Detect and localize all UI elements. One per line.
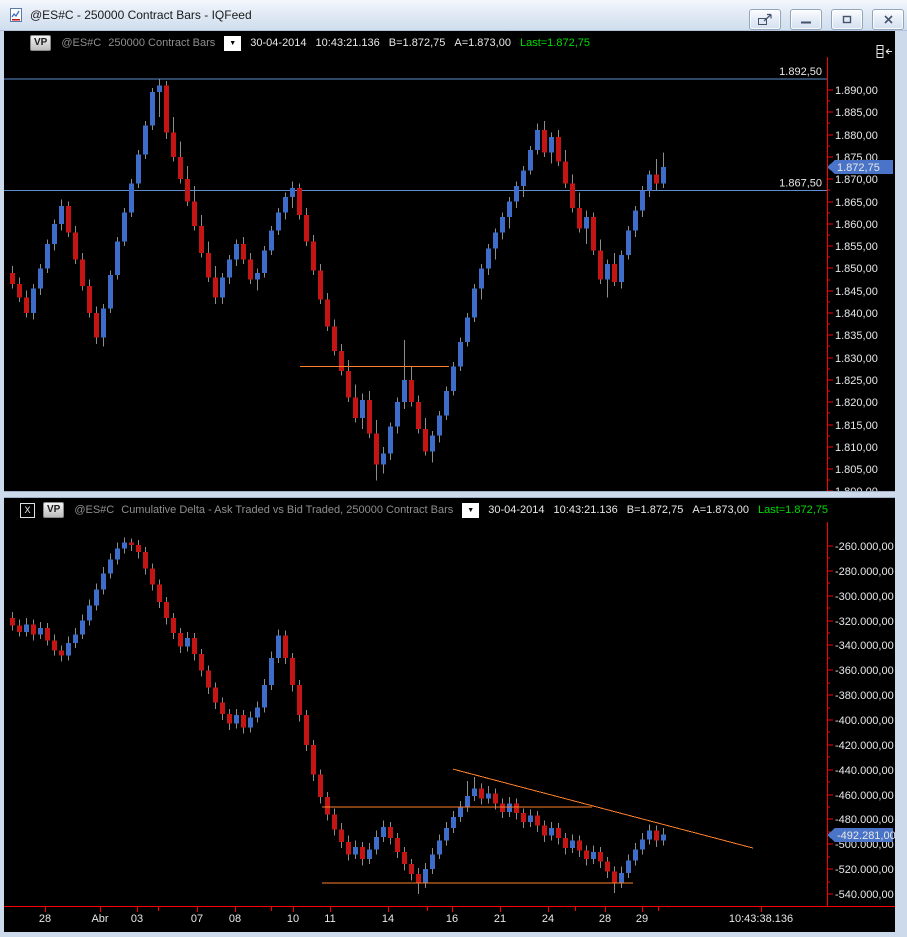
svg-text:1.810,00: 1.810,00	[835, 442, 878, 454]
svg-text:-540.000,00: -540.000,00	[835, 889, 894, 901]
svg-text:29: 29	[636, 913, 648, 925]
svg-text:1.890,00: 1.890,00	[835, 85, 878, 97]
svg-text:-320.000,00: -320.000,00	[835, 616, 894, 628]
svg-text:1.845,00: 1.845,00	[835, 286, 878, 298]
bid-label-2: B=1.872,75	[626, 504, 684, 516]
time-label-2: 10:43:21.136	[553, 504, 618, 516]
symbol-label-2: @ES#C	[74, 504, 115, 516]
chart-canvas[interactable]: 1.890,001.885,001.880,001.875,001.870,00…	[4, 31, 895, 932]
ask-label: A=1.873,00	[454, 37, 511, 49]
svg-text:1.855,00: 1.855,00	[835, 241, 878, 253]
titlebar[interactable]: @ES#C - 250000 Contract Bars - IQFeed	[0, 0, 907, 31]
restore-button[interactable]	[831, 9, 863, 30]
study-title-label: Cumulative Delta - Ask Traded vs Bid Tra…	[121, 504, 454, 516]
svg-text:1.815,00: 1.815,00	[835, 420, 878, 432]
svg-text:28: 28	[599, 913, 611, 925]
vp-study-button[interactable]: VP	[30, 35, 52, 51]
study-dropdown-button[interactable]: ▼	[462, 502, 480, 518]
svg-text:10:43:38.136: 10:43:38.136	[729, 913, 793, 925]
svg-text:-400.000,00: -400.000,00	[835, 715, 894, 727]
price-chart-last-value-marker: 1.872,75	[827, 160, 893, 174]
delta-panel-header: X VP @ES#C Cumulative Delta - Ask Traded…	[4, 498, 895, 522]
svg-text:10: 10	[287, 913, 299, 925]
window-title: @ES#C - 250000 Contract Bars - IQFeed	[30, 8, 252, 22]
delta-chart: -260.000,00 -280.000,00 -300.000,00 -320.00…	[10, 537, 895, 901]
svg-text:-300.000,00: -300.000,00	[835, 591, 894, 603]
svg-text:1.870,00: 1.870,00	[835, 174, 878, 186]
last-price-label-2: Last=1.872,75	[757, 504, 828, 516]
depth-ladder-icon[interactable]	[876, 45, 894, 63]
svg-text:-260.000,00: -260.000,00	[835, 541, 894, 553]
svg-text:03: 03	[131, 913, 143, 925]
svg-text:-360.000,00: -360.000,00	[835, 665, 894, 677]
price-panel-header: VP @ES#C 250000 Contract Bars ▼ 30-04-20…	[4, 31, 895, 55]
panel-divider[interactable]	[4, 491, 895, 498]
svg-text:1.805,00: 1.805,00	[835, 464, 878, 476]
close-study-button[interactable]: X	[20, 502, 35, 518]
series-label: 250000 Contract Bars	[108, 37, 216, 49]
svg-text:-440.000,00: -440.000,00	[835, 765, 894, 777]
date-label: 30-04-2014	[250, 37, 307, 49]
svg-text:11: 11	[324, 913, 335, 925]
symbol-label: @ES#C	[61, 37, 102, 49]
svg-text:16: 16	[446, 913, 458, 925]
date-label-2: 30-04-2014	[488, 504, 545, 516]
app-icon	[8, 7, 24, 23]
minimize-button[interactable]	[790, 9, 822, 30]
close-button[interactable]	[872, 9, 904, 30]
chart-client-area: 1.890,00 1.885,00 1.880,00 1.875,00 1.870,00…	[4, 31, 895, 932]
svg-text:1.840,00: 1.840,00	[835, 308, 878, 320]
time-axis: 28 Abr 03 07 08 10 11 14 16 21 24 28 29 10:43:38.136	[4, 906, 895, 925]
svg-text:1.867,50: 1.867,50	[779, 177, 822, 189]
svg-text:1.850,00: 1.850,00	[835, 263, 878, 275]
svg-text:1.820,00: 1.820,00	[835, 397, 878, 409]
svg-text:Abr: Abr	[91, 913, 108, 925]
svg-text:07: 07	[191, 913, 203, 925]
svg-text:08: 08	[229, 913, 241, 925]
svg-text:-480.000,00: -480.000,00	[835, 814, 894, 826]
svg-text:1.825,00: 1.825,00	[835, 375, 878, 387]
svg-text:-492.281,00: -492.281,00	[837, 830, 895, 842]
vp-study-button-2[interactable]: VP	[43, 502, 65, 518]
svg-text:1.872,75: 1.872,75	[837, 162, 880, 174]
svg-text:28: 28	[39, 913, 51, 925]
delta-chart-last-value-marker: -492.281,00	[827, 828, 895, 842]
price-chart: 1.890,001.885,001.880,001.875,001.870,00…	[4, 66, 893, 498]
svg-text:-420.000,00: -420.000,00	[835, 740, 894, 752]
svg-text:-340.000,00: -340.000,00	[835, 640, 894, 652]
svg-text:14: 14	[382, 913, 394, 925]
svg-text:1.892,50: 1.892,50	[779, 66, 822, 78]
window-controls	[749, 9, 904, 30]
detach-window-button[interactable]	[749, 9, 781, 30]
svg-text:-380.000,00: -380.000,00	[835, 690, 894, 702]
svg-text:1.880,00: 1.880,00	[835, 130, 878, 142]
svg-text:1.835,00: 1.835,00	[835, 330, 878, 342]
svg-text:1.885,00: 1.885,00	[835, 107, 878, 119]
svg-text:-520.000,00: -520.000,00	[835, 864, 894, 876]
svg-text:-280.000,00: -280.000,00	[835, 566, 894, 578]
app-window: @ES#C - 250000 Contract Bars - IQFeed 1.…	[0, 0, 907, 937]
ask-label-2: A=1.873,00	[692, 504, 749, 516]
svg-text:1.860,00: 1.860,00	[835, 219, 878, 231]
chart-dropdown-button[interactable]: ▼	[224, 35, 242, 51]
svg-text:1.865,00: 1.865,00	[835, 197, 878, 209]
svg-text:21: 21	[494, 913, 506, 925]
svg-text:1.830,00: 1.830,00	[835, 353, 878, 365]
time-label: 10:43:21.136	[315, 37, 380, 49]
svg-text:24: 24	[542, 913, 554, 925]
last-price-label: Last=1.872,75	[519, 37, 591, 49]
bid-label: B=1.872,75	[388, 37, 446, 49]
svg-text:-460.000,00: -460.000,00	[835, 790, 894, 802]
